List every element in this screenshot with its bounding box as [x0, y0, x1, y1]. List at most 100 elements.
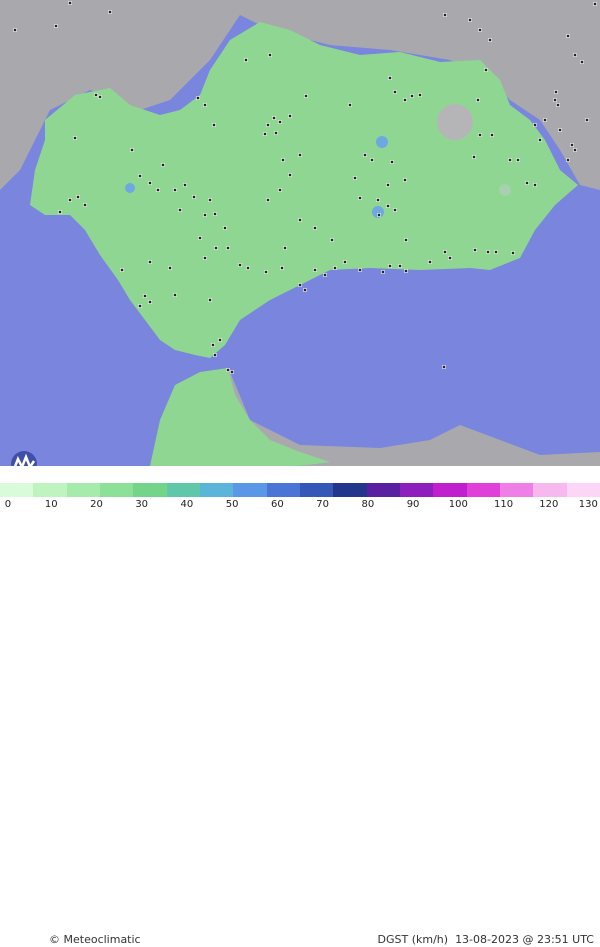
weather-station-marker[interactable] — [443, 13, 447, 17]
weather-station-marker[interactable] — [390, 160, 394, 164]
weather-station-marker[interactable] — [376, 198, 380, 202]
weather-station-marker[interactable] — [244, 58, 248, 62]
weather-station-marker[interactable] — [358, 268, 362, 272]
weather-station-marker[interactable] — [94, 93, 98, 97]
weather-station-marker[interactable] — [213, 212, 217, 216]
weather-station-marker[interactable] — [443, 250, 447, 254]
weather-station-marker[interactable] — [230, 370, 234, 374]
weather-station-marker[interactable] — [68, 1, 72, 5]
weather-station-marker[interactable] — [488, 38, 492, 42]
weather-station-marker[interactable] — [403, 178, 407, 182]
weather-station-marker[interactable] — [148, 181, 152, 185]
weather-station-marker[interactable] — [68, 198, 72, 202]
weather-station-marker[interactable] — [448, 256, 452, 260]
weather-station-marker[interactable] — [192, 195, 196, 199]
weather-station-marker[interactable] — [508, 158, 512, 162]
weather-station-marker[interactable] — [161, 163, 165, 167]
weather-station-marker[interactable] — [388, 264, 392, 268]
weather-station-marker[interactable] — [13, 28, 17, 32]
weather-station-marker[interactable] — [281, 158, 285, 162]
weather-station-marker[interactable] — [173, 293, 177, 297]
weather-station-marker[interactable] — [130, 148, 134, 152]
weather-station-marker[interactable] — [533, 183, 537, 187]
weather-station-marker[interactable] — [304, 94, 308, 98]
weather-station-marker[interactable] — [268, 53, 272, 57]
weather-station-marker[interactable] — [272, 116, 276, 120]
weather-station-marker[interactable] — [428, 260, 432, 264]
weather-station-marker[interactable] — [404, 238, 408, 242]
weather-station-marker[interactable] — [348, 103, 352, 107]
weather-station-marker[interactable] — [473, 248, 477, 252]
weather-station-marker[interactable] — [558, 128, 562, 132]
weather-station-marker[interactable] — [298, 153, 302, 157]
weather-station-marker[interactable] — [212, 123, 216, 127]
weather-station-marker[interactable] — [288, 114, 292, 118]
weather-station-marker[interactable] — [58, 210, 62, 214]
weather-station-marker[interactable] — [218, 338, 222, 342]
weather-station-marker[interactable] — [404, 269, 408, 273]
weather-station-marker[interactable] — [570, 143, 574, 147]
weather-station-marker[interactable] — [323, 273, 327, 277]
weather-station-marker[interactable] — [388, 76, 392, 80]
weather-station-marker[interactable] — [478, 133, 482, 137]
weather-station-marker[interactable] — [580, 60, 584, 64]
weather-station-marker[interactable] — [178, 208, 182, 212]
weather-station-marker[interactable] — [213, 353, 217, 357]
weather-station-marker[interactable] — [494, 250, 498, 254]
weather-station-marker[interactable] — [173, 188, 177, 192]
weather-station-marker[interactable] — [208, 198, 212, 202]
weather-station-marker[interactable] — [573, 53, 577, 57]
weather-station-marker[interactable] — [226, 246, 230, 250]
weather-station-marker[interactable] — [472, 155, 476, 159]
weather-station-marker[interactable] — [138, 304, 142, 308]
weather-station-marker[interactable] — [264, 270, 268, 274]
weather-station-marker[interactable] — [333, 266, 337, 270]
weather-station-marker[interactable] — [566, 158, 570, 162]
weather-station-marker[interactable] — [484, 68, 488, 72]
weather-station-marker[interactable] — [223, 226, 227, 230]
weather-station-marker[interactable] — [203, 256, 207, 260]
weather-station-marker[interactable] — [393, 90, 397, 94]
weather-station-marker[interactable] — [554, 90, 558, 94]
weather-station-marker[interactable] — [358, 196, 362, 200]
weather-station-marker[interactable] — [418, 93, 422, 97]
weather-station-marker[interactable] — [214, 246, 218, 250]
weather-station-marker[interactable] — [54, 24, 58, 28]
weather-station-marker[interactable] — [585, 118, 589, 122]
weather-station-marker[interactable] — [298, 283, 302, 287]
weather-station-marker[interactable] — [76, 195, 80, 199]
weather-station-marker[interactable] — [283, 246, 287, 250]
weather-station-marker[interactable] — [298, 218, 302, 222]
weather-station-marker[interactable] — [468, 18, 472, 22]
weather-station-marker[interactable] — [330, 238, 334, 242]
weather-station-marker[interactable] — [566, 34, 570, 38]
weather-station-marker[interactable] — [288, 173, 292, 177]
weather-station-marker[interactable] — [556, 103, 560, 107]
weather-station-marker[interactable] — [386, 204, 390, 208]
weather-station-marker[interactable] — [198, 236, 202, 240]
weather-station-marker[interactable] — [353, 176, 357, 180]
weather-station-marker[interactable] — [490, 133, 494, 137]
weather-station-marker[interactable] — [478, 28, 482, 32]
weather-station-marker[interactable] — [410, 94, 414, 98]
weather-station-marker[interactable] — [83, 203, 87, 207]
weather-station-marker[interactable] — [511, 251, 515, 255]
weather-station-marker[interactable] — [73, 136, 77, 140]
weather-station-marker[interactable] — [398, 264, 402, 268]
weather-station-marker[interactable] — [313, 226, 317, 230]
weather-station-marker[interactable] — [143, 294, 147, 298]
weather-station-marker[interactable] — [196, 96, 200, 100]
weather-station-marker[interactable] — [278, 120, 282, 124]
weather-station-marker[interactable] — [486, 250, 490, 254]
weather-station-marker[interactable] — [553, 98, 557, 102]
weather-station-marker[interactable] — [203, 213, 207, 217]
weather-station-marker[interactable] — [543, 118, 547, 122]
weather-station-marker[interactable] — [148, 260, 152, 264]
weather-station-marker[interactable] — [138, 174, 142, 178]
weather-station-marker[interactable] — [476, 98, 480, 102]
weather-station-marker[interactable] — [343, 260, 347, 264]
weather-station-marker[interactable] — [280, 266, 284, 270]
weather-station-marker[interactable] — [274, 131, 278, 135]
weather-station-marker[interactable] — [203, 103, 207, 107]
weather-station-marker[interactable] — [538, 138, 542, 142]
